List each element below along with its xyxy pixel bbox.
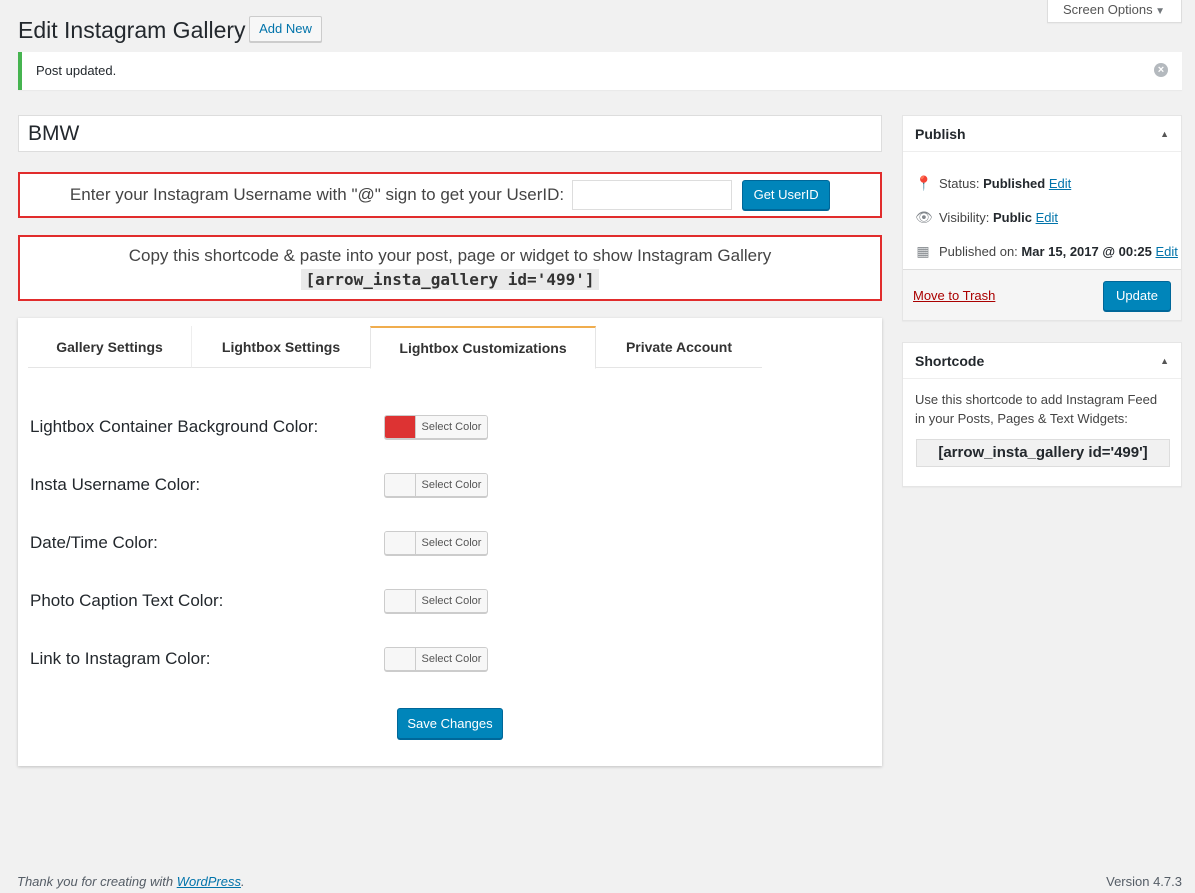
status-value: Published	[983, 176, 1046, 191]
dismiss-icon[interactable]: ×	[1154, 63, 1168, 77]
calendar-icon: ▦	[916, 243, 930, 259]
color-swatch	[385, 590, 416, 612]
color-swatch	[385, 648, 416, 670]
post-title-input[interactable]	[18, 115, 882, 152]
shortcode-instructions: Copy this shortcode & paste into your po…	[128, 246, 772, 265]
color-picker-button[interactable]: Select Color	[384, 589, 488, 613]
color-swatch	[385, 532, 416, 554]
publish-box: Publish ▲ 📍 Status: Published Edit 👁 Vis…	[902, 115, 1182, 321]
tab-gallery-settings[interactable]: Gallery Settings	[28, 326, 192, 368]
caret-down-icon: ▼	[1155, 6, 1165, 17]
footer-period: .	[241, 874, 245, 889]
publish-box-title: Publish	[915, 126, 966, 142]
instagram-username-input[interactable]	[572, 180, 733, 210]
shortcode-code: [arrow_insta_gallery id='499']	[300, 269, 600, 290]
edit-date-link[interactable]: Edit	[1156, 244, 1178, 259]
userid-finder: Enter your Instagram Username with "@" s…	[18, 172, 882, 218]
update-button[interactable]: Update	[1103, 281, 1171, 311]
color-picker-button[interactable]: Select Color	[384, 473, 488, 497]
shortcode-box: Shortcode ▲ Use this shortcode to add In…	[902, 342, 1182, 487]
shortcode-box-title: Shortcode	[915, 353, 985, 369]
footer-thanks-text: Thank you for creating with	[17, 874, 177, 889]
eye-icon: 👁	[915, 209, 933, 225]
field-label: Lightbox Container Background Color:	[30, 417, 319, 436]
add-new-button[interactable]: Add New	[249, 16, 322, 42]
update-notice: Post updated. ×	[18, 52, 1182, 90]
move-to-trash-link[interactable]: Move to Trash	[913, 288, 995, 303]
visibility-row: 👁 Visibility: Public Edit	[915, 209, 1058, 226]
visibility-value: Public	[992, 210, 1032, 225]
tab-lightbox-settings[interactable]: Lightbox Settings	[192, 326, 370, 368]
color-swatch	[385, 474, 416, 496]
visibility-label: Visibility:	[939, 210, 990, 225]
screen-options-button[interactable]: Screen Options ▼	[1047, 0, 1182, 23]
color-picker-button[interactable]: Select Color	[384, 415, 488, 439]
screen-options-label: Screen Options	[1063, 2, 1153, 17]
published-label: Published on:	[939, 244, 1018, 259]
footer-thanks: Thank you for creating with WordPress.	[17, 874, 245, 889]
wordpress-link[interactable]: WordPress	[177, 874, 241, 889]
published-on-row: ▦ Published on: Mar 15, 2017 @ 00:25 Edi…	[915, 243, 1178, 260]
field-row: Photo Caption Text Color: Select Color	[30, 588, 510, 614]
userid-prompt: Enter your Instagram Username with "@" s…	[69, 185, 565, 204]
select-color-label: Select Color	[416, 416, 487, 438]
published-date: Mar 15, 2017 @ 00:25	[1021, 244, 1152, 259]
shortcode-description: Use this shortcode to add Instagram Feed…	[915, 392, 1158, 426]
field-label: Link to Instagram Color:	[30, 649, 211, 668]
tab-lightbox-customizations[interactable]: Lightbox Customizations	[370, 326, 596, 369]
page-title: Edit Instagram Gallery	[18, 17, 246, 43]
pin-icon: 📍	[915, 175, 933, 191]
edit-visibility-link[interactable]: Edit	[1036, 210, 1058, 225]
edit-status-link[interactable]: Edit	[1049, 176, 1071, 191]
footer-version: Version 4.7.3	[1106, 874, 1182, 889]
shortcode-box-header[interactable]: Shortcode ▲	[903, 343, 1181, 379]
collapse-arrow-icon[interactable]: ▲	[1160, 129, 1169, 139]
select-color-label: Select Color	[416, 532, 487, 554]
field-row: Lightbox Container Background Color: Sel…	[30, 414, 510, 440]
select-color-label: Select Color	[416, 590, 487, 612]
publish-box-header[interactable]: Publish ▲	[903, 116, 1181, 152]
status-label: Status:	[939, 176, 980, 191]
field-label: Photo Caption Text Color:	[30, 591, 224, 610]
field-row: Date/Time Color: Select Color	[30, 530, 510, 556]
shortcode-value: [arrow_insta_gallery id='499']	[916, 439, 1170, 467]
color-swatch	[385, 416, 416, 438]
field-label: Insta Username Color:	[30, 475, 201, 494]
get-userid-button[interactable]: Get UserID	[742, 180, 831, 210]
color-picker-button[interactable]: Select Color	[384, 647, 488, 671]
status-row: 📍 Status: Published Edit	[915, 175, 1071, 192]
field-row: Link to Instagram Color: Select Color	[30, 646, 510, 672]
notice-message: Post updated.	[36, 63, 117, 78]
shortcode-notice: Copy this shortcode & paste into your po…	[18, 235, 882, 301]
select-color-label: Select Color	[416, 474, 487, 496]
tab-private-account[interactable]: Private Account	[596, 326, 762, 368]
settings-panel: Gallery Settings Lightbox Settings Light…	[18, 318, 882, 766]
field-row: Insta Username Color: Select Color	[30, 472, 510, 498]
save-changes-button[interactable]: Save Changes	[397, 708, 503, 739]
field-label: Date/Time Color:	[30, 533, 158, 552]
select-color-label: Select Color	[416, 648, 487, 670]
publish-actions: Move to Trash Update	[903, 269, 1181, 320]
settings-tabs: Gallery Settings Lightbox Settings Light…	[28, 326, 762, 369]
collapse-arrow-icon[interactable]: ▲	[1160, 356, 1169, 366]
color-picker-button[interactable]: Select Color	[384, 531, 488, 555]
